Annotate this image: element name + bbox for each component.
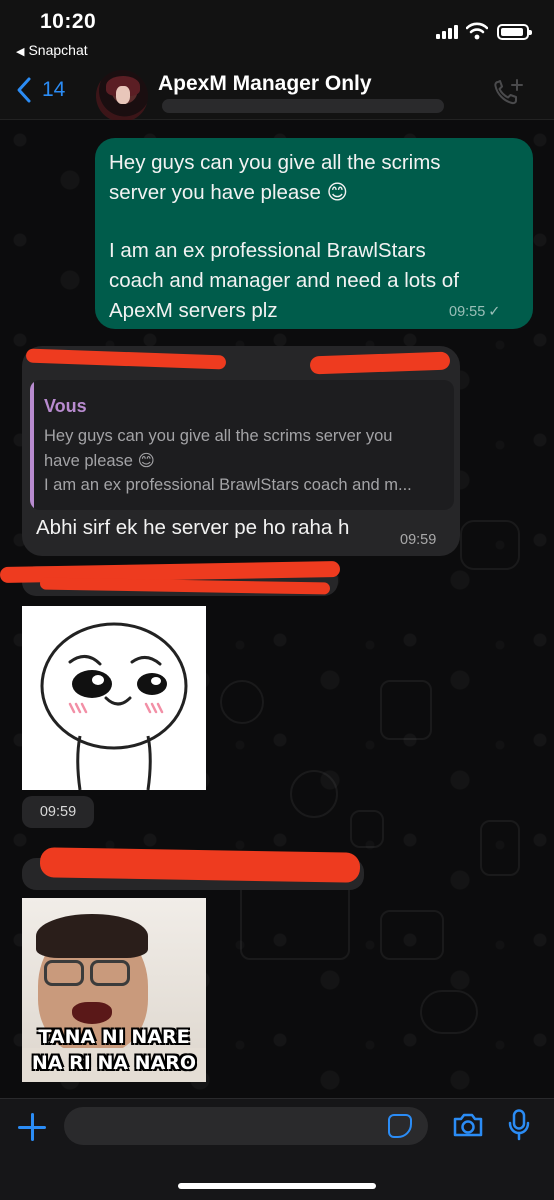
quoted-author: Vous: [44, 396, 87, 416]
sticker-message[interactable]: [22, 606, 206, 791]
message-line: I am an ex professional BrawlStars: [109, 239, 426, 262]
sent-check-icon: ✓: [488, 304, 501, 320]
photo-message[interactable]: TANA NI NARE NA RI NA NARO: [22, 898, 206, 1082]
cellular-signal-icon: [436, 25, 458, 39]
microphone-icon[interactable]: [508, 1109, 530, 1141]
quoted-text: Hey guys can you give all the scrims ser…: [44, 424, 448, 498]
group-avatar[interactable]: [96, 70, 148, 122]
message-line: coach and manager and need a lots of: [109, 269, 459, 292]
wifi-icon: [466, 22, 488, 40]
quoted-line: have please 😊: [44, 451, 155, 470]
quoted-message[interactable]: Vous Hey guys can you give all the scrim…: [30, 380, 454, 510]
incoming-reply-bubble[interactable]: Vous Hey guys can you give all the scrim…: [22, 346, 460, 556]
meme-caption-line: NA RI NA NARO: [31, 1052, 197, 1074]
message-time: 09:59: [400, 532, 437, 548]
message-line: Hey guys can you give all the scrims: [109, 151, 441, 174]
group-members-redacted: [162, 99, 444, 113]
outgoing-message-bubble[interactable]: Hey guys can you give all the scrims ser…: [95, 138, 533, 329]
status-time: 10:20: [40, 10, 97, 33]
plus-icon[interactable]: [18, 1113, 46, 1141]
sender-phone-redacted: [309, 351, 451, 375]
status-bar: 10:20 ◀ Snapchat: [0, 0, 554, 62]
glasses: [44, 960, 84, 986]
message-time: 09:55: [449, 304, 486, 320]
message-input[interactable]: [64, 1107, 428, 1145]
sender-redacted: [39, 847, 361, 883]
battery-icon: [497, 24, 532, 40]
camera-icon[interactable]: [452, 1112, 484, 1138]
reply-text: Abhi sirf ek he server pe ho raha h: [36, 516, 350, 539]
back-triangle-icon: ◀: [16, 46, 25, 58]
quoted-line: Hey guys can you give all the scrims ser…: [44, 427, 393, 445]
home-indicator: [178, 1183, 376, 1189]
group-name[interactable]: ApexM Manager Only: [158, 72, 372, 96]
chat-header: 14 ApexM Manager Only: [0, 62, 554, 122]
back-to-app-link[interactable]: ◀ Snapchat: [16, 42, 88, 58]
meme-caption-line: TANA NI NARE: [38, 1026, 190, 1048]
sticker-time: 09:59: [22, 796, 94, 828]
unread-count: 14: [42, 78, 66, 101]
message-meta: 09:55 ✓: [449, 304, 500, 320]
back-button[interactable]: 14: [16, 76, 65, 104]
quote-accent-bar: [30, 380, 34, 510]
quoted-line: I am an ex professional BrawlStars coach…: [44, 476, 412, 494]
smiling-face-sticker: [40, 622, 188, 791]
chevron-left-icon: [17, 77, 31, 103]
add-call-icon[interactable]: [492, 78, 524, 108]
sender-name-redacted: [25, 348, 227, 370]
back-app-label: Snapchat: [28, 42, 88, 58]
message-line: server you have please 😊: [109, 181, 349, 204]
